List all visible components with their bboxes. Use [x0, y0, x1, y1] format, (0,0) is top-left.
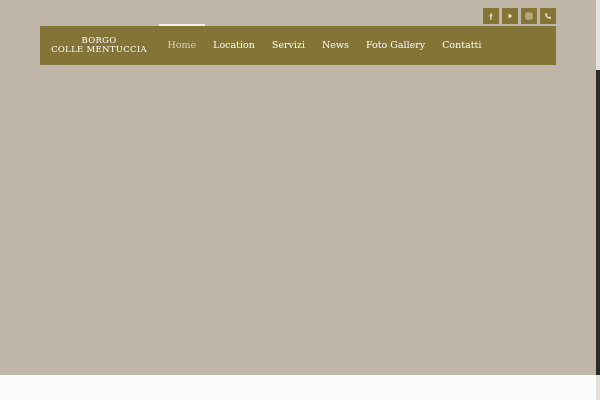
content-section [0, 375, 600, 400]
instagram-icon [525, 12, 533, 20]
instagram-button[interactable] [521, 8, 537, 24]
youtube-icon [506, 12, 514, 20]
logo-text-line2: COLLE MENTUCCIA [51, 44, 147, 55]
page-scrollbar[interactable] [596, 0, 600, 400]
scrollbar-thumb[interactable] [596, 70, 600, 375]
nav-item-location[interactable]: Location [205, 26, 264, 65]
facebook-button[interactable] [483, 8, 499, 24]
social-links [483, 8, 556, 24]
nav-item-contatti[interactable]: Contatti [434, 26, 490, 65]
phone-button[interactable] [540, 8, 556, 24]
facebook-icon [487, 12, 495, 20]
nav-item-foto-gallery[interactable]: Foto Gallery [357, 26, 433, 65]
phone-icon [544, 12, 552, 20]
site-logo[interactable]: BORGO COLLE MENTUCCIA [40, 26, 158, 65]
main-menu: Home Location Servizi News Foto Gallery … [159, 24, 490, 65]
nav-item-servizi[interactable]: Servizi [263, 26, 313, 65]
main-navbar: BORGO COLLE MENTUCCIA Home Location Serv… [40, 24, 556, 65]
nav-item-news[interactable]: News [313, 26, 357, 65]
nav-item-home[interactable]: Home [159, 24, 205, 65]
youtube-button[interactable] [502, 8, 518, 24]
